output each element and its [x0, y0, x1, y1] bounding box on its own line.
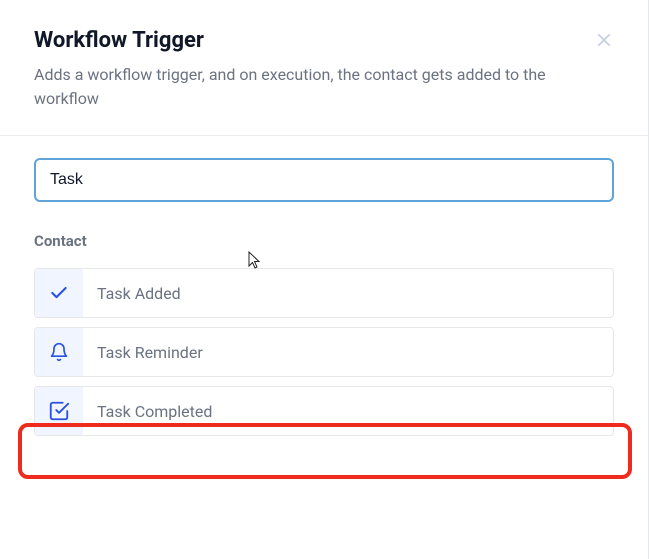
- panel-body: Contact Task Added Task Reminder: [0, 136, 648, 436]
- panel-description: Adds a workflow trigger, and on executio…: [34, 63, 594, 111]
- checkbox-checked-icon: [35, 387, 83, 435]
- trigger-option-list: Task Added Task Reminder: [34, 268, 614, 436]
- trigger-option-task-reminder[interactable]: Task Reminder: [34, 327, 614, 377]
- panel-header: Workflow Trigger Adds a workflow trigger…: [0, 0, 648, 135]
- bell-icon: [35, 328, 83, 376]
- close-button[interactable]: [590, 26, 618, 54]
- trigger-option-task-added[interactable]: Task Added: [34, 268, 614, 318]
- section-label: Contact: [34, 232, 614, 250]
- trigger-option-task-completed[interactable]: Task Completed: [34, 386, 614, 436]
- check-icon: [35, 269, 83, 317]
- panel-title: Workflow Trigger: [34, 28, 614, 53]
- close-icon: [595, 31, 613, 49]
- workflow-trigger-panel: Workflow Trigger Adds a workflow trigger…: [0, 0, 649, 559]
- search-input[interactable]: [34, 158, 614, 202]
- trigger-option-label: Task Reminder: [83, 343, 203, 362]
- trigger-option-label: Task Completed: [83, 402, 212, 421]
- trigger-option-label: Task Added: [83, 284, 181, 303]
